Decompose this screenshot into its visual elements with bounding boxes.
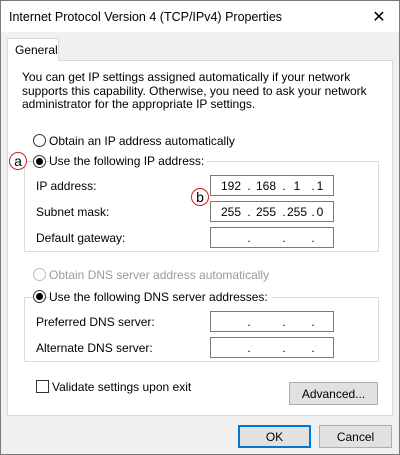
octet-separator: .	[311, 315, 315, 329]
alternate-dns-input[interactable]: . . .	[210, 337, 334, 358]
use-following-ip-label[interactable]: Use the following IP address:	[49, 154, 208, 168]
dialog-window: Internet Protocol Version 4 (TCP/IPv4) P…	[0, 0, 400, 455]
use-following-dns-radio[interactable]	[33, 290, 46, 303]
default-gateway-input[interactable]: . . .	[210, 227, 334, 248]
obtain-dns-auto-label[interactable]: Obtain DNS server address automatically	[49, 268, 269, 282]
cancel-button[interactable]: Cancel	[319, 425, 392, 448]
default-gateway-label: Default gateway:	[36, 231, 126, 245]
obtain-ip-auto-radio[interactable]	[33, 134, 46, 147]
annotation-marker-b: b	[191, 188, 209, 206]
octet-separator: .	[311, 341, 315, 355]
octet-separator: .	[247, 341, 251, 355]
advanced-button[interactable]: Advanced...	[289, 382, 378, 405]
validate-settings-checkbox[interactable]	[36, 380, 49, 393]
ip-address-label: IP address:	[36, 179, 97, 193]
octet-separator: .	[247, 231, 251, 245]
octet-separator: .	[282, 315, 286, 329]
obtain-dns-auto-radio[interactable]	[33, 268, 46, 281]
preferred-dns-input[interactable]: . . .	[210, 311, 334, 332]
subnet-octet-2: 255	[255, 205, 277, 219]
ip-address-input[interactable]: 192 . 168 . 1 . 1	[210, 175, 334, 196]
tab-general[interactable]: General	[7, 38, 59, 61]
obtain-ip-auto-label[interactable]: Obtain an IP address automatically	[49, 134, 235, 148]
subnet-octet-4: 0	[316, 205, 324, 219]
ip-octet-2: 168	[255, 179, 277, 193]
annotation-marker-a: a	[9, 152, 27, 170]
ok-button[interactable]: OK	[238, 425, 311, 448]
use-following-dns-label[interactable]: Use the following DNS server addresses:	[49, 290, 271, 304]
alternate-dns-label: Alternate DNS server:	[36, 341, 153, 355]
octet-separator: .	[282, 231, 286, 245]
validate-settings-label[interactable]: Validate settings upon exit	[52, 380, 191, 394]
octet-separator: .	[247, 315, 251, 329]
intro-text: You can get IP settings assigned automat…	[22, 70, 367, 111]
subnet-mask-input[interactable]: 255 . 255 . 255 . 0	[210, 201, 334, 222]
preferred-dns-label: Preferred DNS server:	[36, 315, 155, 329]
title-bar: Internet Protocol Version 4 (TCP/IPv4) P…	[1, 1, 399, 32]
ip-octet-4: 1	[316, 179, 324, 193]
octet-separator: .	[282, 341, 286, 355]
ip-octet-1: 192	[220, 179, 242, 193]
octet-separator: .	[311, 231, 315, 245]
subnet-octet-1: 255	[220, 205, 242, 219]
close-icon[interactable]: ✕	[359, 1, 399, 32]
subnet-mask-label: Subnet mask:	[36, 205, 110, 219]
use-following-ip-radio[interactable]	[33, 155, 46, 168]
dialog-title: Internet Protocol Version 4 (TCP/IPv4) P…	[9, 10, 283, 24]
